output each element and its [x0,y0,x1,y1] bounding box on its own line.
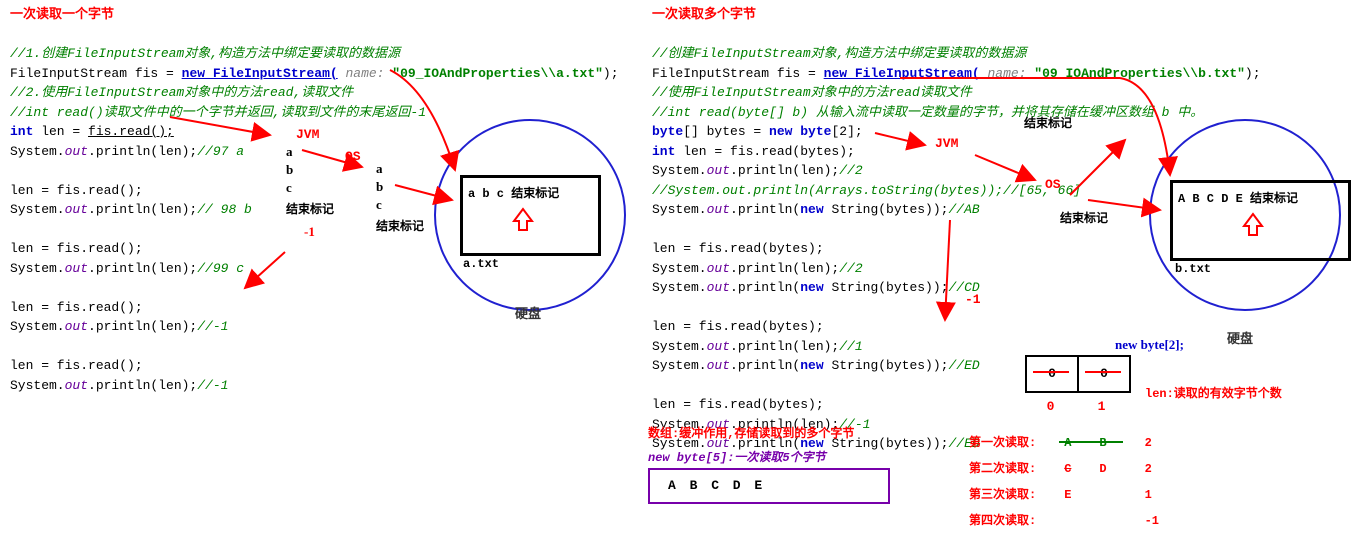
arrow-up-icon [1238,211,1268,237]
left-title: 一次读取一个字节 [10,5,660,25]
jvm-label-r: JVM [935,134,958,154]
jvm-label: JVM [296,125,319,145]
disk-label-right: 硬盘 [1227,330,1253,350]
disk-label-left: 硬盘 [515,305,541,325]
file-name-right: b.txt [1175,260,1211,278]
col-abc-1: abc 结束标记 -1 [286,143,334,242]
arrow-up-icon [508,206,538,232]
len-note: len:读取的有效字节个数 [1145,385,1282,403]
file-name-left: a.txt [463,255,499,273]
reads-table: 第一次读取: A B 2 第二次读取: C D 2 第三次读取: E 1 第四次… [955,430,1183,534]
newbyte2-label: new byte[2]; [1115,335,1184,355]
byte2-box: 0 0 01 [1025,355,1131,417]
file-box-right: A B C D E 结束标记 [1170,180,1351,261]
endmark-r1: 结束标记 [1024,115,1072,133]
byte5-box: A B C D E [648,468,890,504]
endmark-r2: 结束标记 [1060,210,1108,228]
os-label: OS [345,147,361,167]
neg1-r: -1 [965,290,981,310]
file-box-left: a b c 结束标记 [460,175,601,256]
os-label-r: OS [1045,175,1061,195]
right-title: 一次读取多个字节 [652,5,1360,25]
array-notes: 数组:缓冲作用,存储读取到的多个字节 new byte[5]:一次读取5个字节 [648,425,854,467]
col-abc-2: abc 结束标记 [376,160,424,234]
